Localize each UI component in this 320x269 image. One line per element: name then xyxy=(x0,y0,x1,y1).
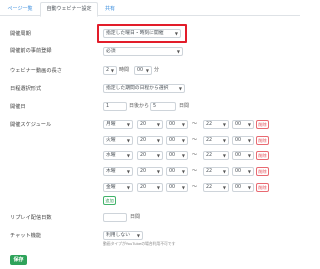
end-hour-select[interactable]: 22 ▼ xyxy=(203,151,229,160)
length-minutes-select[interactable]: 00 ▼ xyxy=(134,66,152,75)
chevron-down-icon: ▼ xyxy=(110,68,114,73)
range-separator: 〜 xyxy=(192,168,198,174)
delete-button[interactable]: 削除 xyxy=(256,136,269,145)
period-label: 開催日 xyxy=(10,104,26,110)
day-select[interactable]: 月曜 ▼ xyxy=(103,120,133,129)
chevron-down-icon: ▼ xyxy=(156,153,160,158)
chevron-down-icon: ▼ xyxy=(156,138,160,143)
chat-select[interactable]: 利用しない ▼ xyxy=(103,231,143,240)
range-separator: 〜 xyxy=(192,121,198,127)
start-hour-select[interactable]: 20 ▼ xyxy=(137,151,163,160)
chat-note: 動画タイプがYouTubeの場合利用不可です xyxy=(103,241,176,246)
chevron-down-icon: ▼ xyxy=(178,86,182,91)
chevron-down-icon: ▼ xyxy=(181,138,185,143)
chevron-down-icon: ▼ xyxy=(247,138,251,143)
start-minute-select[interactable]: 00 ▼ xyxy=(166,151,188,160)
schedule-type-label: 開催周期 xyxy=(10,31,31,37)
start-hour-select[interactable]: 20 ▼ xyxy=(137,183,163,192)
replay-days-unit: 日間 xyxy=(130,214,141,220)
chevron-down-icon: ▼ xyxy=(176,49,180,54)
start-minute-select[interactable]: 00 ▼ xyxy=(166,120,188,129)
pre-registration-label: 開催前の事前登録 xyxy=(10,48,52,54)
range-separator: 〜 xyxy=(192,152,198,158)
day-select[interactable]: 金曜 ▼ xyxy=(103,183,133,192)
delete-button[interactable]: 削除 xyxy=(256,120,269,129)
range-separator: 〜 xyxy=(192,184,198,190)
chevron-down-icon: ▼ xyxy=(156,122,160,127)
chevron-down-icon: ▼ xyxy=(247,185,251,190)
chevron-down-icon: ▼ xyxy=(222,169,226,174)
add-schedule-button[interactable]: 追加 xyxy=(103,196,116,205)
chevron-down-icon: ▼ xyxy=(222,153,226,158)
start-minute-select[interactable]: 00 ▼ xyxy=(166,136,188,145)
end-minute-select[interactable]: 00 ▼ xyxy=(232,136,254,145)
start-minute-select[interactable]: 00 ▼ xyxy=(166,167,188,176)
chevron-down-icon: ▼ xyxy=(181,185,185,190)
start-hour-select[interactable]: 20 ▼ xyxy=(137,167,163,176)
length-hours-select[interactable]: 2 ▼ xyxy=(103,66,117,75)
start-minute-select[interactable]: 00 ▼ xyxy=(166,183,188,192)
chevron-down-icon: ▼ xyxy=(126,122,130,127)
delete-button[interactable]: 削除 xyxy=(256,151,269,160)
end-hour-select[interactable]: 22 ▼ xyxy=(203,136,229,145)
chevron-down-icon: ▼ xyxy=(156,169,160,174)
tab-page-list[interactable]: ページ一覧 xyxy=(2,2,38,16)
chevron-down-icon: ▼ xyxy=(222,185,226,190)
chevron-down-icon: ▼ xyxy=(156,185,160,190)
tab-auto-webinar-settings[interactable]: 自動ウェビナー設定 xyxy=(40,2,98,17)
period-end-unit: 日間 xyxy=(179,103,190,109)
date-format-label: 日程選択形式 xyxy=(10,86,42,92)
chevron-down-icon: ▼ xyxy=(126,169,130,174)
end-hour-select[interactable]: 22 ▼ xyxy=(203,183,229,192)
chevron-down-icon: ▼ xyxy=(247,122,251,127)
chevron-down-icon: ▼ xyxy=(222,138,226,143)
period-end-input[interactable]: 5 xyxy=(150,102,176,111)
tab-share[interactable]: 共有 xyxy=(100,2,120,16)
chevron-down-icon: ▼ xyxy=(181,169,185,174)
pre-registration-select[interactable]: 必須 ▼ xyxy=(103,47,183,56)
chevron-down-icon: ▼ xyxy=(181,153,185,158)
day-select[interactable]: 水曜 ▼ xyxy=(103,151,133,160)
day-select[interactable]: 木曜 ▼ xyxy=(103,167,133,176)
day-select[interactable]: 火曜 ▼ xyxy=(103,136,133,145)
save-button[interactable]: 保存 xyxy=(10,255,27,265)
hours-unit: 時間 xyxy=(119,67,130,73)
replay-days-label: リプレイ配信日数 xyxy=(10,215,52,221)
delete-button[interactable]: 削除 xyxy=(256,167,269,176)
chevron-down-icon: ▼ xyxy=(247,169,251,174)
replay-days-input[interactable] xyxy=(103,213,127,222)
chevron-down-icon: ▼ xyxy=(222,122,226,127)
schedule-label: 開催スケジュール xyxy=(10,122,52,128)
chevron-down-icon: ▼ xyxy=(145,68,149,73)
end-hour-select[interactable]: 22 ▼ xyxy=(203,120,229,129)
video-length-label: ウェビナー動画の長さ xyxy=(10,68,62,74)
start-hour-select[interactable]: 20 ▼ xyxy=(137,120,163,129)
chevron-down-icon: ▼ xyxy=(181,122,185,127)
chevron-down-icon: ▼ xyxy=(136,233,140,238)
end-minute-select[interactable]: 00 ▼ xyxy=(232,183,254,192)
chevron-down-icon: ▼ xyxy=(126,185,130,190)
highlight-box xyxy=(97,24,187,43)
end-minute-select[interactable]: 00 ▼ xyxy=(232,151,254,160)
end-hour-select[interactable]: 22 ▼ xyxy=(203,167,229,176)
tab-bar: ページ一覧 自動ウェビナー設定 共有 xyxy=(0,2,300,17)
range-separator: 〜 xyxy=(192,137,198,143)
end-minute-select[interactable]: 00 ▼ xyxy=(232,167,254,176)
start-hour-select[interactable]: 20 ▼ xyxy=(137,136,163,145)
delete-button[interactable]: 削除 xyxy=(256,183,269,192)
end-minute-select[interactable]: 00 ▼ xyxy=(232,120,254,129)
chevron-down-icon: ▼ xyxy=(126,153,130,158)
minutes-unit: 分 xyxy=(154,67,160,73)
chevron-down-icon: ▼ xyxy=(247,153,251,158)
chat-label: チャット機能 xyxy=(10,233,42,239)
period-start-input[interactable]: 1 xyxy=(103,102,127,111)
chevron-down-icon: ▼ xyxy=(126,138,130,143)
date-format-select[interactable]: 指定した期間の日程から選択 ▼ xyxy=(103,84,185,93)
period-mid-text: 日後から xyxy=(129,103,150,109)
